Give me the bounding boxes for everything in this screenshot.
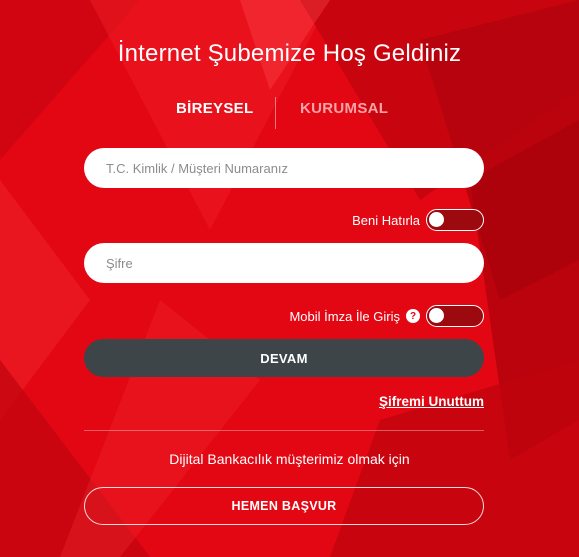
toggle-knob <box>429 308 444 323</box>
remember-me-label: Beni Hatırla <box>352 212 420 228</box>
tab-bireysel[interactable]: BİREYSEL <box>176 100 253 117</box>
help-icon[interactable]: ? <box>406 309 420 323</box>
mobile-signature-label: Mobil İmza İle Giriş <box>289 308 400 324</box>
customer-id-input[interactable] <box>84 148 484 188</box>
signup-promo-text: Dijital Bankacılık müşterimiz olmak için <box>169 451 410 467</box>
mobile-signature-row: Mobil İmza İle Giriş ? <box>289 304 484 328</box>
continue-button[interactable]: DEVAM <box>84 339 484 377</box>
mobile-signature-toggle[interactable] <box>426 305 484 327</box>
forgot-password-link[interactable]: Şifremi Unuttum <box>379 394 484 409</box>
password-input[interactable] <box>84 243 484 283</box>
account-type-tabs: BİREYSEL KURUMSAL <box>0 97 579 129</box>
tab-kurumsal[interactable]: KURUMSAL <box>300 100 388 117</box>
divider <box>84 430 484 431</box>
remember-me-toggle[interactable] <box>426 209 484 231</box>
tab-divider <box>275 97 276 129</box>
page-title: İnternet Şubemize Hoş Geldiniz <box>117 40 462 67</box>
toggle-knob <box>429 212 444 227</box>
apply-now-button[interactable]: HEMEN BAŞVUR <box>84 487 484 525</box>
remember-me-row: Beni Hatırla <box>352 208 484 232</box>
